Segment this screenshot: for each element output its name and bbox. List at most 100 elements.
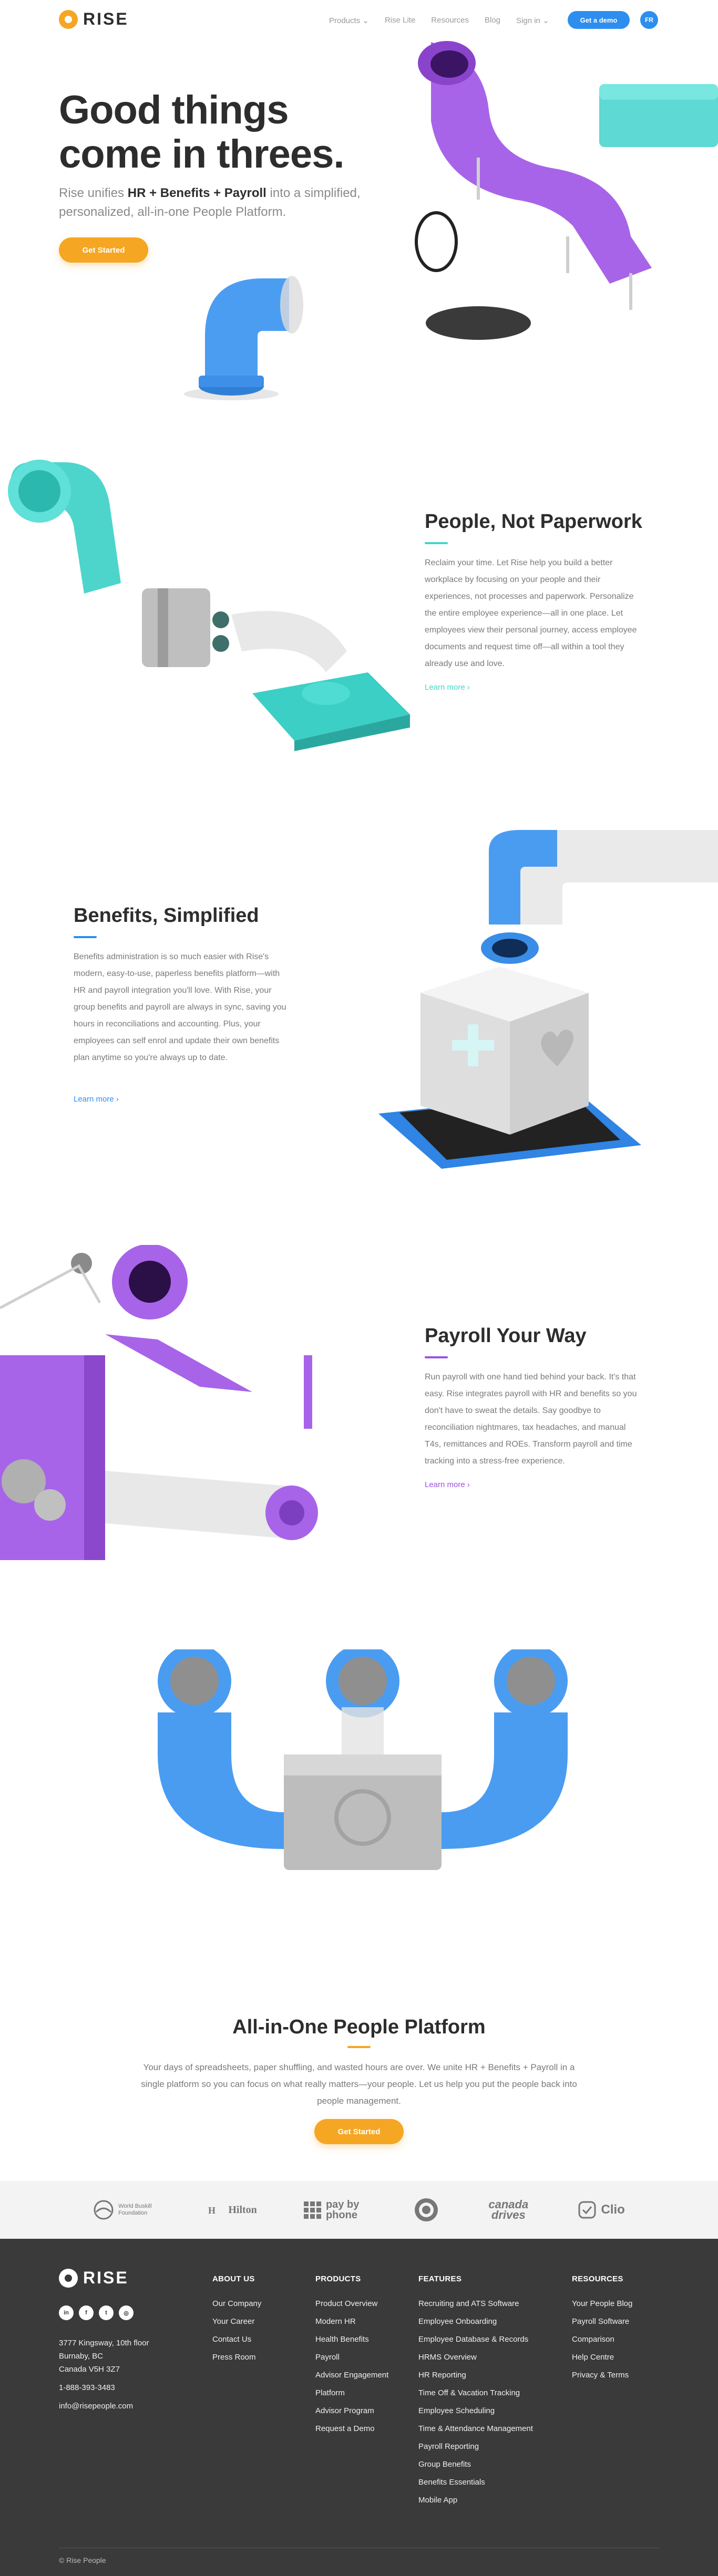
client-name-world-buskill: World Buskill Foundation [118,2203,152,2216]
logo[interactable]: RISE [59,9,129,29]
footer-link[interactable]: Payroll Reporting [418,2438,533,2456]
footer-link[interactable]: Employee Onboarding [418,2313,533,2331]
hero-title-line1: Good things [59,88,289,132]
client-name-canada-drives: canada drives [488,2198,529,2221]
svg-text:H: H [208,2205,216,2216]
footer-link[interactable]: Time Off & Vacation Tracking [418,2384,533,2402]
platform-title: All-in-One People Platform [232,2016,486,2038]
nav-link-rise-lite[interactable]: Rise Lite [385,16,415,25]
logo-mark-icon [59,9,78,29]
section-payroll-title: Payroll Your Way [425,1325,587,1347]
section-benefits-accent [74,936,97,938]
purple-slide-illustration [415,41,718,340]
copyright: © Rise People [59,2556,106,2564]
footer-link[interactable]: Time & Attendance Management [418,2420,533,2438]
client-logo-clio: Clio [578,2200,625,2219]
footer-link[interactable]: Group Benefits [418,2456,533,2474]
hero-get-started-button[interactable]: Get Started [59,237,148,263]
section-benefits-learn-more-link[interactable]: Learn more › [74,1095,119,1104]
footer: RISE in f t ◎ 3777 Kingsway, 10th floor … [0,2239,718,2576]
nav-link-resources[interactable]: Resources [431,16,469,25]
client-logo-canada-drives: canada drives [485,2198,532,2221]
benefits-box-illustration [378,830,718,1169]
footer-link[interactable]: Your People Blog [572,2295,632,2313]
footer-link[interactable]: Advisor Program [315,2402,388,2420]
footer-link[interactable]: Modern HR [315,2313,388,2331]
footer-link[interactable]: Your Career [212,2313,261,2331]
section-people-learn-more-link[interactable]: Learn more › [425,683,470,692]
section-benefits-title: Benefits, Simplified [74,905,259,927]
footer-link[interactable]: Payroll [315,2349,388,2366]
footer-link[interactable]: Help Centre [572,2349,632,2366]
footer-link[interactable]: HRMS Overview [418,2349,533,2366]
footer-link[interactable]: Product Overview [315,2295,388,2313]
platform-get-started-button[interactable]: Get Started [314,2119,404,2144]
address-line-1: 3777 Kingsway, 10th floor [59,2339,149,2348]
footer-link[interactable]: Comparison [572,2331,632,2349]
footer-link[interactable]: Employee Scheduling [418,2402,533,2420]
payroll-machine-illustration [0,1245,318,1560]
footer-logo[interactable]: RISE [59,2268,129,2288]
section-payroll-body: Run payroll with one hand tied behind yo… [425,1373,637,1466]
address-line-2: Burnaby, BC [59,2352,103,2361]
client-logo-paybyphone: pay by phone [303,2199,368,2220]
grid-icon [303,2201,321,2219]
section-people-body: Reclaim your time. Let Rise help you bui… [425,558,637,668]
footer-link[interactable]: Employee Database & Records [418,2331,533,2349]
section-benefits-body: Benefits administration is so much easie… [74,952,286,1062]
footer-col-features: FEATURES Recruiting and ATS Software Emp… [418,2274,533,2509]
footer-col-heading: ABOUT US [212,2274,255,2283]
footer-link[interactable]: Benefits Essentials [418,2474,533,2491]
footer-link[interactable]: Health Benefits [315,2331,388,2349]
footer-col-resources: RESOURCES Your People Blog Payroll Softw… [572,2274,632,2384]
section-people-title: People, Not Paperwork [425,511,642,533]
footer-link[interactable]: Mobile App [418,2491,533,2509]
section-payroll-learn-more-link[interactable]: Learn more › [425,1480,470,1489]
hero-subtitle: Rise unifies HR + Benefits + Payroll int… [59,184,395,222]
blue-pipe-illustration [184,276,303,400]
footer-link[interactable]: Advisor Engagement [315,2366,388,2384]
hero-sub-pre: Rise unifies [59,186,128,200]
platform-accent [347,2046,371,2048]
footer-email[interactable]: info@risepeople.com [59,2400,149,2413]
hero-title-line2: come in threes. [59,132,345,176]
footer-col-heading: PRODUCTS [315,2274,361,2283]
nav-link-products[interactable]: Products ⌄ [329,16,369,25]
globe-icon [94,2200,114,2220]
nav-link-blog[interactable]: Blog [485,16,500,25]
three-pipes-illustration [158,1649,568,1870]
facebook-icon[interactable]: f [79,2305,94,2320]
footer-link[interactable]: Privacy & Terms [572,2366,632,2384]
section-people-accent [425,542,448,544]
footer-link[interactable]: Press Room [212,2349,261,2366]
footer-link[interactable]: Payroll Software [572,2313,632,2331]
footer-link[interactable]: Platform [315,2384,388,2402]
check-icon [578,2201,596,2219]
twitter-icon[interactable]: t [99,2305,114,2320]
teal-pipe-illustration [8,460,410,751]
starbucks-icon [415,2198,438,2221]
instagram-icon[interactable]: ◎ [119,2305,134,2320]
nav-link-sign-in[interactable]: Sign in ⌄ [516,16,549,25]
footer-col-heading: FEATURES [418,2274,462,2283]
footer-col-about: ABOUT US Our Company Your Career Contact… [212,2274,261,2366]
hero-title: Good things come in threes. [59,88,395,176]
platform-body: Your days of spreadsheets, paper shuffli… [141,2062,577,2106]
footer-link[interactable]: Request a Demo [315,2420,388,2438]
client-name-clio: Clio [601,2203,625,2217]
social-links: in f t ◎ [59,2305,134,2320]
client-logo-hilton: H Hilton [206,2202,257,2218]
footer-link[interactable]: HR Reporting [418,2366,533,2384]
footer-phone[interactable]: 1-888-393-3483 [59,2381,149,2394]
linkedin-icon[interactable]: in [59,2305,74,2320]
footer-link[interactable]: Our Company [212,2295,261,2313]
footer-col-products: PRODUCTS Product Overview Modern HR Heal… [315,2274,388,2438]
footer-link[interactable]: Recruiting and ATS Software [418,2295,533,2313]
address-line-3: Canada V5H 3Z7 [59,2365,120,2374]
hilton-icon: H [208,2205,216,2216]
nav-links: Products ⌄ Rise Lite Resources Blog Sign… [329,16,549,25]
footer-link[interactable]: Contact Us [212,2331,261,2349]
client-logo-starbucks [414,2197,439,2222]
footer-logo-text: RISE [83,2268,129,2287]
logo-text: RISE [83,9,129,28]
